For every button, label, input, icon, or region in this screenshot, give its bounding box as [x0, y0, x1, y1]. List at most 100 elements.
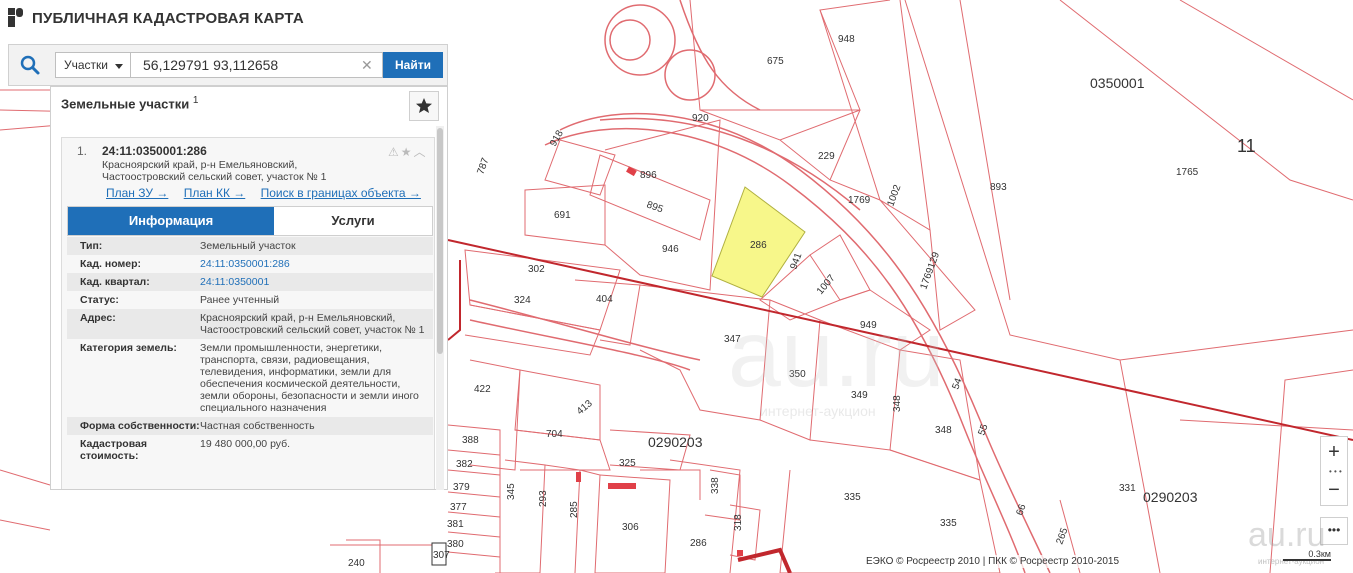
parcel-label[interactable]: 229	[818, 151, 835, 162]
app-header: ПУБЛИЧНАЯ КАДАСТРОВАЯ КАРТА	[8, 8, 304, 28]
search-bar: Участки 56,129791 93,112658 ✕ Найти	[8, 44, 448, 86]
info-value[interactable]: 24:11:0350001:286	[200, 258, 425, 270]
chevron-down-icon	[115, 64, 123, 69]
parcel-label[interactable]: 404	[596, 294, 613, 305]
link-plan-kk[interactable]: План КК →	[184, 186, 246, 200]
parcel-label[interactable]: 293	[538, 490, 549, 507]
pkk-logo-icon	[8, 8, 23, 27]
parcel-label[interactable]: 325	[619, 458, 636, 469]
zoom-in-button[interactable]: +	[1321, 437, 1347, 467]
search-button[interactable]: Найти	[383, 52, 443, 78]
parcel-label[interactable]: 335	[940, 518, 957, 529]
watermark-center-sub: интернет-аукцион	[760, 403, 876, 419]
parcel-label[interactable]: 946	[662, 244, 679, 255]
parcel-label[interactable]: 379	[453, 482, 470, 493]
info-value: Ранее учтенный	[200, 294, 280, 306]
parcel-label[interactable]: 1007	[815, 272, 838, 296]
info-row: Адрес: Красноярский край, р-н Емельяновск…	[67, 309, 433, 339]
favorite-button[interactable]	[409, 91, 439, 121]
zoom-control: + • • • −	[1320, 436, 1348, 506]
parcel-label[interactable]: 306	[622, 522, 639, 533]
info-value[interactable]: 24:11:0350001	[200, 276, 425, 288]
parcel-label[interactable]: 895	[645, 199, 665, 215]
parcel-label[interactable]: 918	[548, 128, 566, 148]
parcel-label[interactable]: 413	[575, 398, 595, 417]
parcel-label[interactable]: 377	[450, 502, 467, 513]
tab-services[interactable]: Услуги	[274, 207, 432, 235]
parcel-label[interactable]: 422	[474, 384, 491, 395]
info-value: Земли промышленности, энергетики, трансп…	[200, 342, 419, 414]
parcel-label[interactable]: 338	[710, 477, 721, 494]
selected-parcel-label[interactable]: 286	[750, 240, 767, 251]
result-links: План ЗУ → План КК → Поиск в границах объ…	[106, 186, 433, 200]
scale-bar: 0.3км	[1283, 549, 1331, 561]
quarter-label: 0290203	[648, 434, 703, 450]
parcel-label[interactable]: 704	[546, 429, 563, 440]
search-input[interactable]: 56,129791 93,112658	[131, 52, 383, 78]
zoom-out-button[interactable]: −	[1321, 475, 1347, 505]
result-address: Красноярский край, р-н Емельяновский, Ча…	[102, 159, 327, 183]
parcel-label[interactable]: 896	[640, 170, 657, 181]
watermark-center: au.ru	[728, 301, 945, 407]
info-key: Кад. квартал:	[80, 276, 150, 288]
parcel-label[interactable]: 307	[433, 550, 450, 561]
result-count: 1	[192, 95, 199, 106]
parcel-label[interactable]: 286	[690, 538, 707, 549]
info-row: Тип: Земельный участок	[67, 237, 433, 255]
info-key: Форма собственности:	[80, 420, 200, 432]
info-row: Форма собственности: Частная собственност…	[67, 417, 433, 435]
parcel-label[interactable]: 691	[554, 210, 571, 221]
tab-info[interactable]: Информация	[68, 207, 274, 235]
parcel-label[interactable]: 324	[514, 295, 531, 306]
quarter-label: 0350001	[1090, 75, 1145, 91]
parcel-label[interactable]: 331	[1119, 483, 1136, 494]
info-key: Кадастровая стоимость:	[80, 438, 147, 462]
parcel-label[interactable]: 380	[447, 539, 464, 550]
result-tools: ⚠★︿	[388, 143, 428, 160]
quarter-label: 11	[1237, 136, 1256, 156]
scrollbar-thumb[interactable]	[437, 128, 443, 354]
parcel-label[interactable]: 920	[692, 113, 709, 124]
panel-title-text: Земельные участки	[61, 96, 190, 112]
parcel-label[interactable]: 55	[976, 422, 990, 437]
parcel-label[interactable]: 1769129	[918, 250, 942, 291]
parcel-label[interactable]: 302	[528, 264, 545, 275]
parcel-label[interactable]: 381	[447, 519, 464, 530]
parcel-label[interactable]: 318	[733, 514, 744, 531]
info-row: Кад. квартал: 24:11:0350001	[67, 273, 433, 291]
parcel-label[interactable]: 1769	[848, 195, 871, 206]
attribution: ЕЭКО © Росреестр 2010 | ПКК © Росреестр …	[862, 555, 1124, 568]
parcel-label[interactable]: 675	[767, 56, 784, 67]
parcel-label[interactable]: 787	[475, 156, 491, 176]
parcel-label[interactable]: 285	[569, 501, 580, 518]
parcel-label[interactable]: 948	[838, 34, 855, 45]
parcel-label[interactable]: 66	[1014, 502, 1028, 517]
search-type-label: Участки	[64, 58, 108, 72]
parcel-label[interactable]: 335	[844, 492, 861, 503]
parcel-label[interactable]: 345	[506, 483, 517, 500]
parcel-label[interactable]: 893	[990, 182, 1007, 193]
parcel-label[interactable]: 1002	[885, 183, 903, 208]
search-icon[interactable]	[19, 54, 41, 76]
link-search-bounds[interactable]: Поиск в границах объекта →	[261, 186, 421, 200]
parcel-label[interactable]: 382	[456, 459, 473, 470]
warning-icon[interactable]: ⚠	[388, 145, 401, 159]
parcel-label[interactable]: 348	[935, 425, 952, 436]
search-type-select[interactable]: Участки	[55, 52, 131, 78]
parcel-label[interactable]: 240	[348, 558, 365, 569]
parcel-label[interactable]: 388	[462, 435, 479, 446]
quarter-label: 0290203	[1143, 489, 1198, 505]
star-icon	[416, 98, 432, 113]
info-value: Частная собственность	[200, 420, 315, 432]
star-outline-icon[interactable]: ★	[401, 145, 414, 159]
info-value: Красноярский край, р-н Емельяновский, Ча…	[200, 312, 425, 336]
parcel-label[interactable]: 1765	[1176, 167, 1199, 178]
info-value: 19 480 000,00 руб.	[200, 438, 291, 450]
link-plan-zu[interactable]: План ЗУ →	[106, 186, 168, 200]
clear-icon[interactable]: ✕	[361, 57, 373, 74]
info-key: Категория земель:	[80, 342, 177, 354]
panel-scrollbar[interactable]	[436, 126, 444, 490]
results-panel: Земельные участки 1 1. 24:11:0350001:286…	[50, 86, 448, 490]
chevron-up-icon[interactable]: ︿	[414, 145, 428, 159]
result-cad-number[interactable]: 24:11:0350001:286	[102, 144, 207, 158]
